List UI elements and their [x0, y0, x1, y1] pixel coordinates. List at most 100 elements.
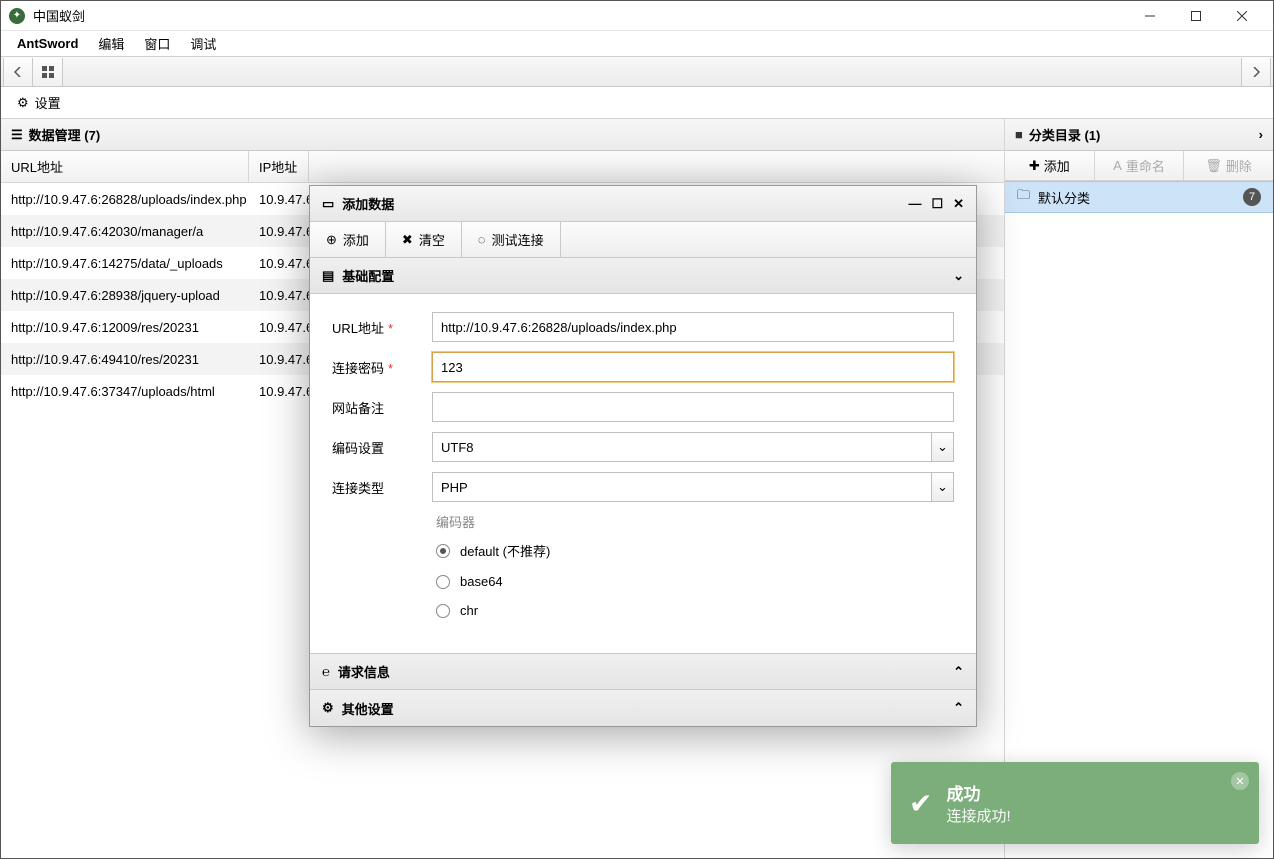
label-note: 网站备注 [332, 398, 432, 417]
column-ip[interactable]: IP地址 [249, 151, 309, 182]
data-panel-title: 数据管理 (7) [29, 125, 101, 144]
cell-url: http://10.9.47.6:49410/res/20231 [1, 352, 249, 367]
cell-url: http://10.9.47.6:14275/data/_uploads [1, 256, 249, 271]
label-encoding: 编码设置 [332, 438, 432, 457]
chevron-up-icon: ⌃ [953, 664, 964, 680]
maximize-button[interactable] [1173, 1, 1219, 31]
nav-prev-button[interactable] [3, 58, 33, 86]
minimize-button[interactable] [1127, 1, 1173, 31]
category-count-badge: 7 [1243, 188, 1261, 206]
label-password: 连接密码* [332, 358, 432, 377]
cell-url: http://10.9.47.6:26828/uploads/index.php [1, 192, 249, 207]
category-rename-button[interactable]: A重命名 [1095, 151, 1185, 180]
chevron-down-icon: ⌄ [953, 268, 964, 284]
file-icon: ▤ [322, 268, 334, 284]
dialog-minimize-button[interactable]: — [908, 196, 921, 212]
cell-ip: 10.9.47.6 [249, 256, 309, 271]
check-icon: ✔ [909, 787, 932, 820]
cell-url: http://10.9.47.6:28938/jquery-upload [1, 288, 249, 303]
list-icon: ☰ [11, 127, 23, 143]
nav-next-button[interactable] [1241, 58, 1271, 86]
category-add-button[interactable]: ✚添加 [1005, 151, 1095, 180]
encoder-group-label: 编码器 [436, 512, 954, 531]
cell-ip: 10.9.47.6 [249, 288, 309, 303]
cell-ip: 10.9.47.6 [249, 320, 309, 335]
menubar: AntSword 编辑 窗口 调试 [1, 31, 1273, 57]
form-basic: URL地址* 连接密码* 网站备注 编码设置 UTF8⌄ 连接类型 PHP⌄ 编… [310, 294, 976, 654]
menu-window[interactable]: 窗口 [134, 30, 180, 57]
password-input[interactable] [432, 352, 954, 382]
gear-icon: ⚙ [17, 95, 29, 111]
encoder-chr[interactable]: chr [436, 603, 954, 618]
category-panel: ■ 分类目录 (1) › ✚添加 A重命名 🗑删除 🗀 默认分类 7 [1005, 119, 1273, 858]
dialog-test-button[interactable]: ◌测试连接 [462, 222, 561, 257]
tabstrip: ⚙ 设置 [1, 87, 1273, 119]
menu-debug[interactable]: 调试 [180, 30, 226, 57]
chevron-right-icon: › [1259, 127, 1263, 142]
category-panel-header[interactable]: ■ 分类目录 (1) › [1005, 119, 1273, 151]
menu-antsword[interactable]: AntSword [7, 32, 88, 55]
cell-ip: 10.9.47.6 [249, 352, 309, 367]
label-conntype: 连接类型 [332, 478, 432, 497]
tab-settings[interactable]: ⚙ 设置 [11, 87, 67, 118]
radio-icon [436, 575, 450, 589]
cell-ip: 10.9.47.6 [249, 224, 309, 239]
category-item-label: 默认分类 [1038, 188, 1090, 207]
tab-label: 设置 [35, 93, 61, 112]
spinner-icon: ◌ [478, 232, 486, 247]
encoder-default[interactable]: default (不推荐) [436, 541, 954, 560]
trash-icon: 🗑 [1205, 158, 1222, 174]
section-other-header[interactable]: ⚙ 其他设置 ⌃ [310, 690, 976, 726]
toolbar [1, 57, 1273, 87]
data-panel-header: ☰ 数据管理 (7) [1, 119, 1004, 151]
toast-message: 连接成功! [946, 805, 1010, 826]
chevron-down-icon: ⌄ [931, 433, 953, 461]
window-icon: ▭ [322, 196, 334, 212]
menu-edit[interactable]: 编辑 [88, 30, 134, 57]
grid-view-button[interactable] [33, 58, 63, 86]
window-titlebar: ✦ 中国蚁剑 [1, 1, 1273, 31]
plus-icon: ✚ [1029, 158, 1040, 174]
category-delete-button[interactable]: 🗑删除 [1184, 151, 1273, 180]
encoder-base64[interactable]: base64 [436, 574, 954, 589]
note-input[interactable] [432, 392, 954, 422]
chevron-down-icon: ⌄ [931, 473, 953, 501]
dialog-maximize-button[interactable]: ☐ [931, 196, 943, 212]
cell-ip: 10.9.47.6 [249, 192, 309, 207]
gears-icon: ⚙ [322, 700, 334, 716]
label-url: URL地址* [332, 318, 432, 337]
dialog-title: 添加数据 [342, 194, 394, 213]
category-item-default[interactable]: 🗀 默认分类 7 [1005, 181, 1273, 213]
folder-open-icon: 🗀 [1017, 186, 1030, 208]
radio-icon [436, 604, 450, 618]
radio-icon [436, 544, 450, 558]
dialog-clear-button[interactable]: ✖清空 [386, 222, 462, 257]
x-icon: ✖ [402, 232, 413, 248]
cell-url: http://10.9.47.6:42030/manager/a [1, 224, 249, 239]
toast-close-button[interactable]: ✕ [1231, 772, 1249, 790]
dialog-toolbar: ⊕添加 ✖清空 ◌测试连接 [310, 222, 976, 258]
url-input[interactable] [432, 312, 954, 342]
plus-circle-icon: ⊕ [326, 232, 337, 248]
globe-icon: ℮ [322, 664, 330, 679]
close-button[interactable] [1219, 1, 1265, 31]
dialog-titlebar[interactable]: ▭ 添加数据 — ☐ ✕ [310, 186, 976, 222]
section-request-header[interactable]: ℮ 请求信息 ⌃ [310, 654, 976, 690]
table-header: URL地址 IP地址 [1, 151, 1004, 183]
column-url[interactable]: URL地址 [1, 151, 249, 182]
section-basic-header[interactable]: ▤ 基础配置 ⌄ [310, 258, 976, 294]
app-icon: ✦ [9, 8, 25, 24]
chevron-up-icon: ⌃ [953, 700, 964, 716]
cell-url: http://10.9.47.6:37347/uploads/html [1, 384, 249, 399]
encoding-select[interactable]: UTF8⌄ [432, 432, 954, 462]
success-toast: ✔ 成功 连接成功! ✕ [891, 762, 1259, 844]
dialog-add-button[interactable]: ⊕添加 [310, 222, 386, 257]
cell-url: http://10.9.47.6:12009/res/20231 [1, 320, 249, 335]
cell-ip: 10.9.47.6 [249, 384, 309, 399]
category-panel-title: 分类目录 (1) [1029, 125, 1101, 144]
folder-icon: ■ [1015, 127, 1023, 142]
font-icon: A [1113, 158, 1122, 173]
conntype-select[interactable]: PHP⌄ [432, 472, 954, 502]
add-data-dialog: ▭ 添加数据 — ☐ ✕ ⊕添加 ✖清空 ◌测试连接 ▤ 基础配置 ⌄ URL地… [309, 185, 977, 727]
dialog-close-button[interactable]: ✕ [953, 196, 964, 212]
